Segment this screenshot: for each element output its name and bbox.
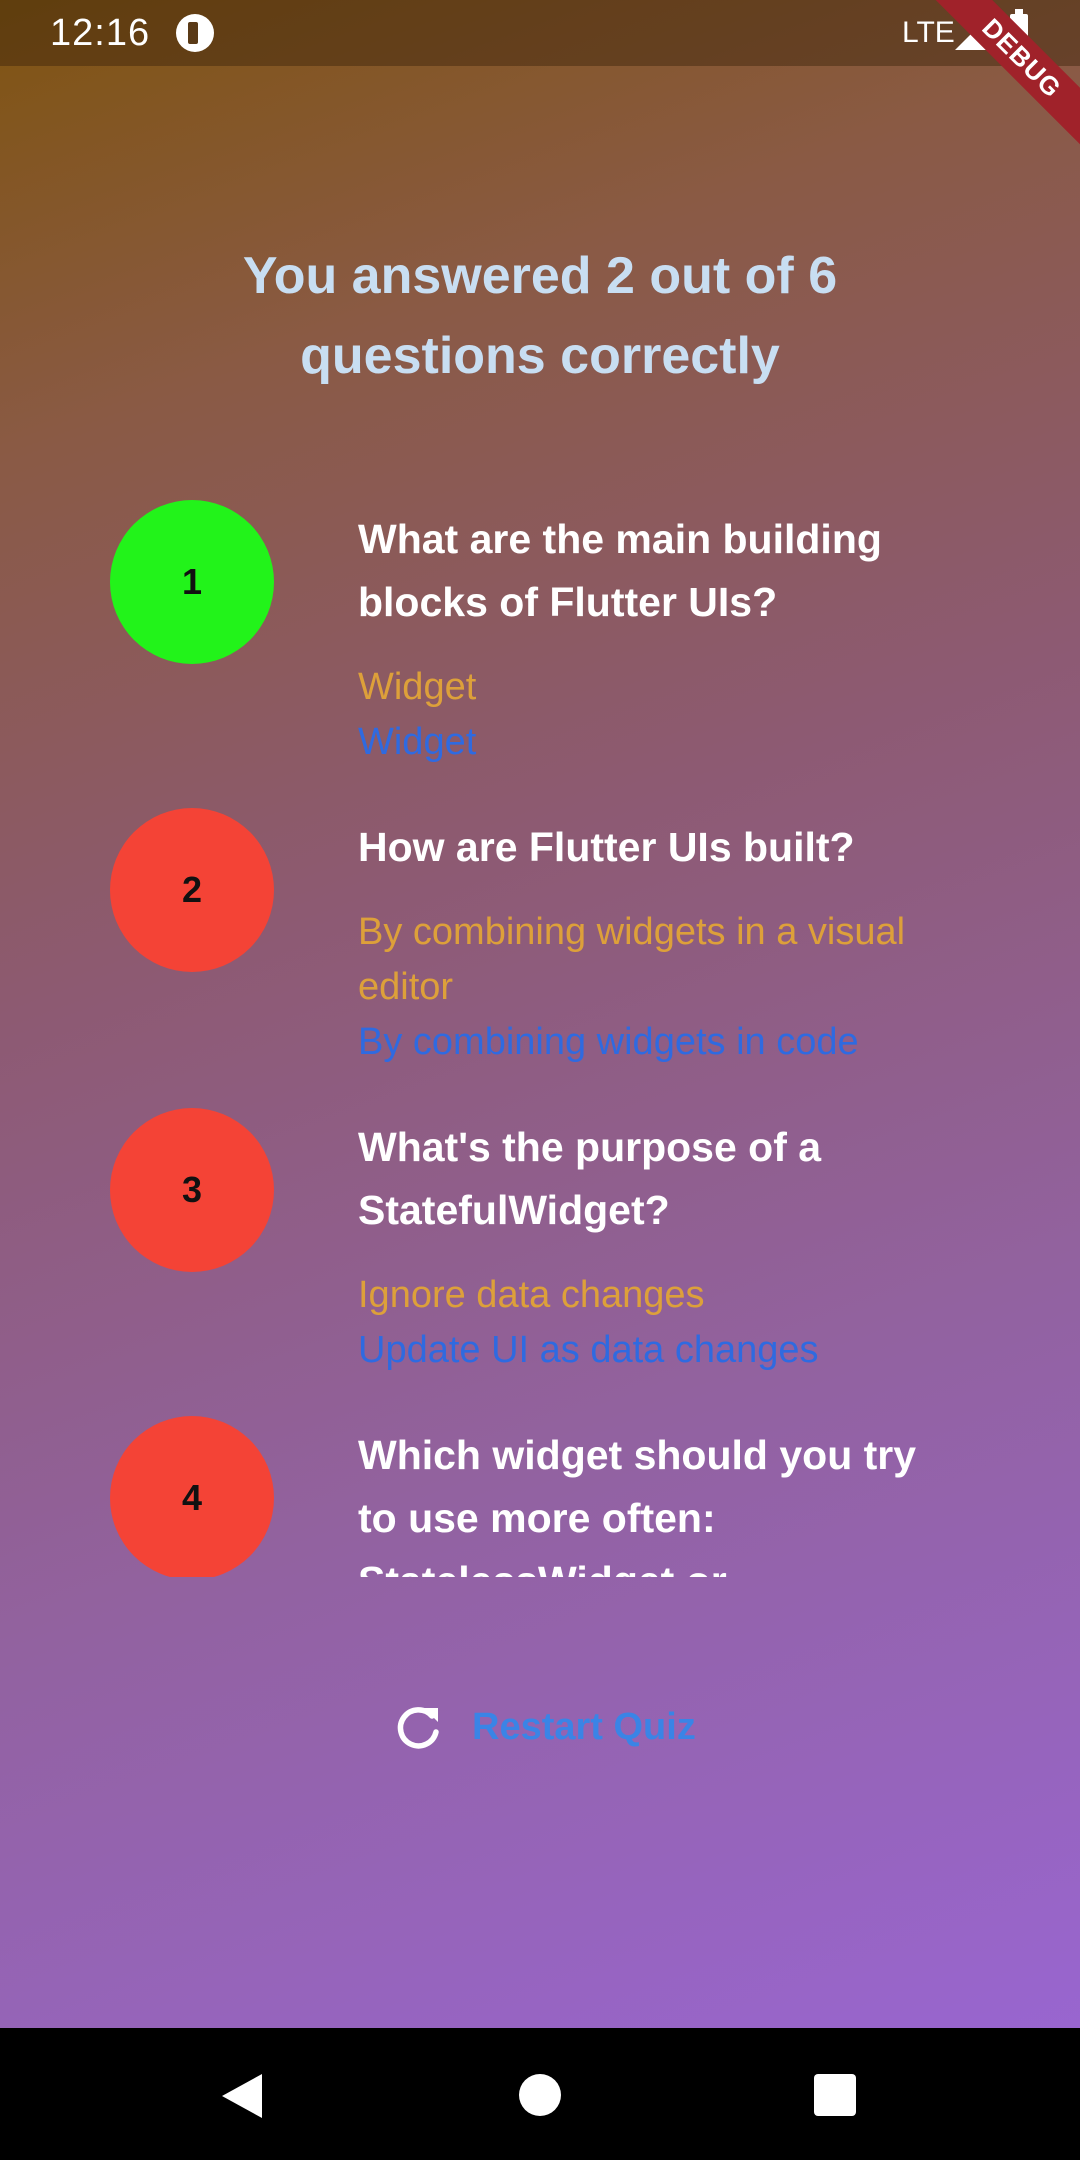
question-text: Which widget should you try to use more …: [358, 1432, 917, 1577]
back-icon[interactable]: [222, 2074, 262, 2118]
status-bar: 12:16 LTE: [0, 0, 1080, 66]
question-index-badge-incorrect: 4: [110, 1416, 274, 1577]
question-index-badge-correct: 1: [110, 500, 274, 664]
summary-list[interactable]: 1 What are the main building blocks of F…: [0, 495, 1080, 1577]
system-navigation-bar: [0, 2028, 1080, 2160]
network-type: LTE: [902, 16, 955, 49]
restart-quiz-button[interactable]: Restart Quiz: [380, 1690, 700, 1766]
question-index-badge-incorrect: 2: [110, 808, 274, 972]
question-text: What are the main building blocks of Flu…: [358, 516, 882, 625]
result-title: You answered 2 out of 6 questions correc…: [242, 247, 838, 385]
restart-quiz-label: Restart Quiz: [472, 1706, 696, 1748]
app-notification-icon: [176, 14, 214, 52]
status-time: 12:16: [50, 12, 151, 54]
recents-icon[interactable]: [814, 2074, 856, 2116]
refresh-icon: [397, 1707, 439, 1749]
quiz-results-screen: 12:16 LTE DEBUG You answered 2 out of 6 …: [0, 0, 1080, 2160]
question-text: What's the purpose of a StatefulWidget?: [358, 1124, 822, 1233]
correct-answer: Update UI as data changes: [358, 1329, 819, 1371]
user-answer: Ignore data changes: [358, 1274, 705, 1316]
correct-answer: Widget: [358, 721, 477, 763]
user-answer: Widget: [358, 666, 477, 708]
question-text: How are Flutter UIs built?: [358, 824, 855, 870]
home-icon[interactable]: [519, 2074, 561, 2116]
user-answer: By combining widgets in a visual editor: [358, 911, 906, 1008]
question-index-badge-incorrect: 3: [110, 1108, 274, 1272]
correct-answer: By combining widgets in code: [358, 1021, 859, 1063]
